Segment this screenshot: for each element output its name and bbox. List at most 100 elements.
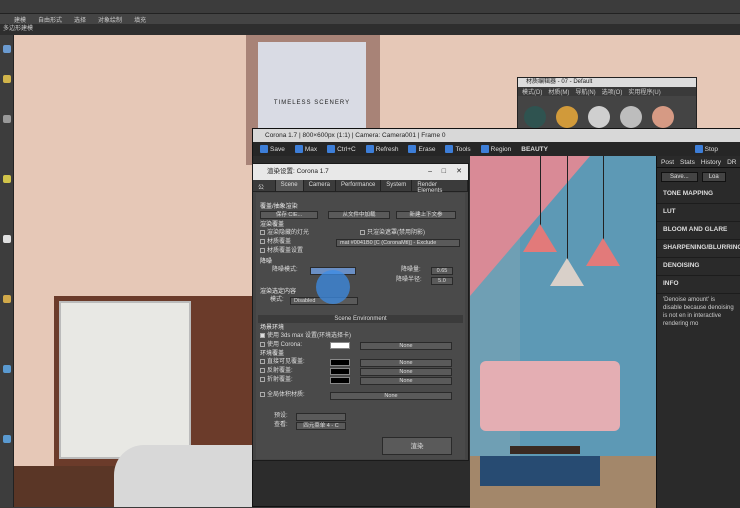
tool-icon[interactable] <box>3 115 11 123</box>
hide-lights-checkbox[interactable] <box>260 229 265 235</box>
artwork-caption: TIMELESS SCENERY <box>273 100 351 106</box>
lamp-cord <box>567 156 568 261</box>
global-volume-checkbox[interactable] <box>260 391 265 397</box>
tools-button[interactable]: Tools <box>442 144 473 154</box>
pendant-lamp <box>523 224 557 252</box>
render-setup-body: 覆盖/抽象渲染 保存 CIE... 从文件中加载 新建上下文参 渲染覆盖 渲染隐… <box>256 193 465 459</box>
tool-icon[interactable] <box>3 45 11 53</box>
ribbon-tab[interactable]: 选择 <box>74 15 86 24</box>
reflect-checkbox[interactable] <box>260 367 265 373</box>
tab-post[interactable]: Post <box>661 159 674 166</box>
use-corona-radio[interactable] <box>260 341 265 347</box>
ribbon-tab[interactable]: 填充 <box>134 15 146 24</box>
tab-render-elements[interactable]: Render Elements <box>412 180 468 194</box>
main-toolbar <box>0 0 740 14</box>
region-button[interactable]: Region <box>478 144 515 154</box>
material-override-checkbox[interactable] <box>260 238 265 244</box>
render-setup-dialog[interactable]: 渲染设置: Corona 1.7 – □ ✕ 公用 Scene Camera P… <box>252 163 469 461</box>
stop-icon <box>694 145 703 153</box>
ribbon-tab[interactable]: 自由形式 <box>38 15 62 24</box>
material-slot[interactable] <box>556 106 578 128</box>
section-override: 覆盖/抽象渲染 <box>260 204 298 210</box>
view-select[interactable]: 四元菜单 4 - C <box>296 422 346 430</box>
vfb-title: Corona 1.7 | 800×600px (1:1) | Camera: C… <box>253 129 740 142</box>
save-button[interactable]: Save <box>257 144 288 154</box>
side-tabs: Post Stats History DR <box>657 156 740 168</box>
viewport-label: 多边形建模 <box>0 24 740 35</box>
tool-icon[interactable] <box>3 435 11 443</box>
use-max-radio[interactable] <box>260 332 265 338</box>
new-context-button[interactable]: 新建上下文参 <box>396 211 456 219</box>
tool-icon[interactable] <box>3 75 11 83</box>
tab-scene[interactable]: Scene <box>275 180 304 191</box>
save-icon <box>260 145 268 153</box>
save-settings-button[interactable]: Save... <box>661 172 698 182</box>
close-icon[interactable]: ✕ <box>456 164 462 180</box>
tab-camera[interactable]: Camera <box>304 180 336 191</box>
scene-environment-header[interactable]: Scene Environment <box>258 315 463 323</box>
stop-button[interactable]: Stop <box>692 144 721 154</box>
refract-swatch[interactable] <box>330 377 350 384</box>
menu-item[interactable]: 模式(D) <box>522 87 542 96</box>
tab-system[interactable]: System <box>381 180 413 191</box>
tab-performance[interactable]: Performance <box>336 180 382 191</box>
override-text-checkbox[interactable] <box>260 247 265 253</box>
material-editor-menu: 模式(D) 材质(M) 导航(N) 选项(O) 实用程序(U) <box>518 87 696 96</box>
tool-icon[interactable] <box>3 235 11 243</box>
tab-common[interactable]: 公用 <box>253 180 276 200</box>
section-sharpening[interactable]: SHARPENING/BLURRING <box>657 240 740 258</box>
tab-dr[interactable]: DR <box>727 159 736 166</box>
render-button[interactable]: 渲染 <box>382 437 452 455</box>
ribbon-tab[interactable]: 建模 <box>14 15 26 24</box>
material-slot[interactable] <box>620 106 642 128</box>
denoise-amount-input[interactable]: 0.65 <box>431 267 453 275</box>
material-slot[interactable] <box>652 106 674 128</box>
section-info[interactable]: INFO <box>657 276 740 294</box>
preset-select[interactable] <box>296 413 346 421</box>
section-denoising[interactable]: DENOISING <box>657 258 740 276</box>
tool-icon[interactable] <box>3 365 11 373</box>
corona-map-button[interactable]: None <box>360 342 452 350</box>
tool-icon[interactable] <box>3 295 11 303</box>
ribbon-tab[interactable]: 对象绘制 <box>98 15 122 24</box>
copy-button[interactable]: Ctrl+C <box>324 144 359 154</box>
material-slot[interactable] <box>588 106 610 128</box>
material-slot[interactable] <box>524 106 546 128</box>
section-lut[interactable]: LUT <box>657 204 740 222</box>
menu-item[interactable]: 导航(N) <box>575 87 595 96</box>
material-editor-window[interactable]: 材质编辑器 - 07 - Default 模式(D) 材质(M) 导航(N) 选… <box>517 77 697 129</box>
load-settings-button[interactable]: Loa <box>701 172 726 182</box>
channel-select[interactable]: BEAUTY <box>518 145 551 154</box>
load-from-file-button[interactable]: 从文件中加载 <box>328 211 390 219</box>
refract-checkbox[interactable] <box>260 376 265 382</box>
minimize-icon[interactable]: – <box>428 164 432 180</box>
reflect-map-button[interactable]: None <box>360 368 452 376</box>
maximize-icon[interactable]: □ <box>442 164 446 180</box>
direct-vis-row: 直接可见覆盖: None <box>256 358 465 367</box>
direct-vis-swatch[interactable] <box>330 359 350 366</box>
tab-history[interactable]: History <box>701 159 721 166</box>
max-button[interactable]: Max <box>292 144 320 154</box>
menu-item[interactable]: 实用程序(U) <box>628 87 660 96</box>
refract-map-button[interactable]: None <box>360 377 452 385</box>
direct-vis-map-button[interactable]: None <box>360 359 452 367</box>
side-buttons: Save... Loa <box>657 168 740 186</box>
menu-item[interactable]: 材质(M) <box>548 87 569 96</box>
refresh-button[interactable]: Refresh <box>363 144 402 154</box>
reflect-swatch[interactable] <box>330 368 350 375</box>
save-cie-button[interactable]: 保存 CIE... <box>260 211 318 219</box>
tab-stats[interactable]: Stats <box>680 159 695 166</box>
section-bloom[interactable]: BLOOM AND GLARE <box>657 222 740 240</box>
tool-icon[interactable] <box>3 175 11 183</box>
global-volume-button[interactable]: None <box>330 392 452 400</box>
corona-color-swatch[interactable] <box>330 342 350 349</box>
render-override-checkbox[interactable] <box>360 229 365 235</box>
denoise-radius-input[interactable]: 5.0 <box>431 277 453 285</box>
erase-icon <box>408 145 417 153</box>
vfb-toolbar: Save Max Ctrl+C Refresh Erase Tools Regi… <box>253 142 740 156</box>
menu-item[interactable]: 选项(O) <box>602 87 623 96</box>
erase-button[interactable]: Erase <box>405 144 438 154</box>
section-tone-mapping[interactable]: TONE MAPPING <box>657 186 740 204</box>
direct-vis-checkbox[interactable] <box>260 358 265 364</box>
material-override-slot[interactable]: mat #0041B0 [C (CoronaMtl)] - Exclude <box>336 239 460 247</box>
